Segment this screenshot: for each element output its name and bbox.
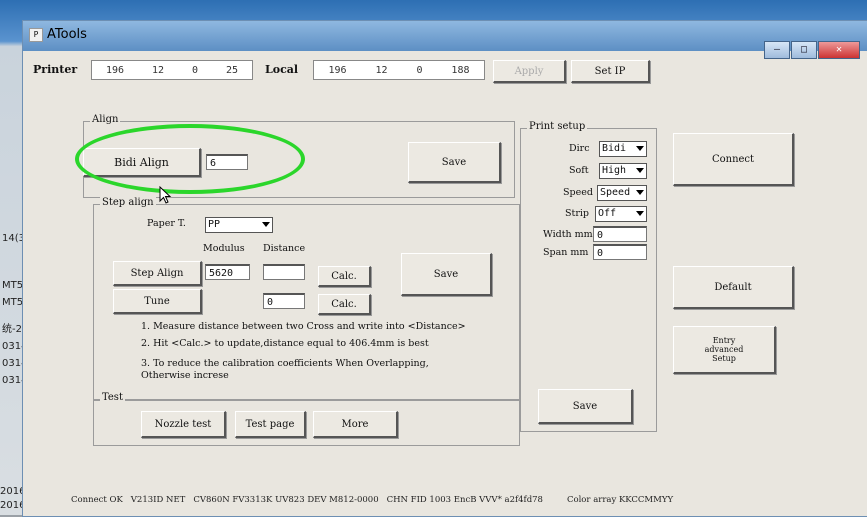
instruction-2: 2. Hit <Calc.> to update,distance equal … <box>141 338 429 349</box>
strip-value: Off <box>598 208 617 219</box>
green-highlight-annotation <box>75 124 305 194</box>
paper-type-select[interactable]: PP <box>205 217 273 233</box>
print-setup-title: Print setup <box>527 121 588 132</box>
distance-input[interactable] <box>263 264 305 280</box>
printer-label: Printer <box>33 63 78 76</box>
span-input[interactable]: 0 <box>593 244 647 260</box>
modulus-input[interactable]: 5620 <box>205 264 250 280</box>
speed-select[interactable]: Speed <box>597 185 647 201</box>
entry-advanced-setup-button[interactable]: Entry advanced Setup <box>673 326 776 374</box>
distance-label: Distance <box>263 243 306 254</box>
local-label: Local <box>265 63 299 76</box>
atools-window: P ATools – □ ✕ Printer 196 12 0 25 Local… <box>22 20 867 517</box>
set-ip-button[interactable]: Set IP <box>571 60 650 83</box>
ip-octet[interactable]: 12 <box>152 65 164 76</box>
connect-button[interactable]: Connect <box>673 133 794 186</box>
chevron-down-icon <box>636 146 644 151</box>
calc-button[interactable]: Calc. <box>318 266 371 287</box>
status-connect: Connect OK <box>71 495 123 505</box>
dirc-select[interactable]: Bidi <box>599 141 647 157</box>
printer-bar: Printer 196 12 0 25 Local 196 12 0 188 A… <box>23 51 867 91</box>
entry-label-line: Setup <box>712 354 736 363</box>
instruction-1: 1. Measure distance between two Cross an… <box>141 321 466 332</box>
soft-value: High <box>602 165 627 176</box>
step-align-title: Step align <box>100 197 156 208</box>
more-button[interactable]: More <box>313 411 398 438</box>
paper-type-label: Paper T. <box>147 218 186 229</box>
chevron-down-icon <box>262 222 270 227</box>
step-align-save-button[interactable]: Save <box>401 253 492 296</box>
paper-type-value: PP <box>208 219 221 230</box>
print-setup-save-button[interactable]: Save <box>538 389 633 424</box>
speed-value: Speed <box>600 187 631 198</box>
window-title: ATools <box>47 27 87 42</box>
instruction-3: 3. To reduce the calibration coefficient… <box>141 358 429 369</box>
default-button[interactable]: Default <box>673 266 794 309</box>
ip-octet[interactable]: 0 <box>192 65 198 76</box>
test-title: Test <box>100 392 125 403</box>
printer-ip-input[interactable]: 196 12 0 25 <box>91 60 253 80</box>
ip-octet[interactable]: 196 <box>328 65 346 76</box>
align-title: Align <box>90 114 121 125</box>
status-firmware: CV860N FV3313K UV823 DEV M812-0000 <box>193 495 379 505</box>
ip-octet[interactable]: 0 <box>416 65 422 76</box>
calc2-button[interactable]: Calc. <box>318 294 371 315</box>
chevron-down-icon <box>636 168 644 173</box>
dirc-value: Bidi <box>602 143 627 154</box>
span-label: Span mm <box>543 247 589 258</box>
apply-button[interactable]: Apply <box>493 60 566 83</box>
title-bar[interactable]: P ATools – □ ✕ <box>23 21 867 59</box>
entry-label-line: advanced <box>704 345 744 354</box>
soft-select[interactable]: High <box>599 163 647 179</box>
tune-button[interactable]: Tune <box>113 289 202 314</box>
ip-octet[interactable]: 196 <box>106 65 124 76</box>
modulus-label: Modulus <box>203 243 245 254</box>
strip-label: Strip <box>565 208 589 219</box>
instruction-3b: Otherwise increse <box>141 370 229 381</box>
chevron-down-icon <box>636 190 644 195</box>
strip-select[interactable]: Off <box>595 206 647 222</box>
status-channel: CHN FID 1003 EncB VVV* a2f4fd78 <box>386 495 543 505</box>
width-label: Width mm <box>543 229 593 240</box>
ip-octet[interactable]: 188 <box>451 65 469 76</box>
test-page-button[interactable]: Test page <box>235 411 306 438</box>
dirc-label: Dirc <box>569 143 590 154</box>
width-input[interactable]: 0 <box>593 226 647 242</box>
align-save-button[interactable]: Save <box>408 142 501 183</box>
entry-label-line: Entry <box>712 336 736 345</box>
local-ip-input[interactable]: 196 12 0 188 <box>313 60 485 80</box>
chevron-down-icon <box>636 211 644 216</box>
status-bar: Connect OK V213ID NET CV860N FV3313K UV8… <box>23 492 867 508</box>
app-icon: P <box>29 28 43 42</box>
status-color: Color array KKCCMMYY <box>566 495 674 505</box>
step-align-button[interactable]: Step Align <box>113 261 202 286</box>
status-version: V213ID NET <box>130 495 186 505</box>
ip-octet[interactable]: 12 <box>375 65 387 76</box>
speed-label: Speed <box>563 187 593 198</box>
ip-octet[interactable]: 25 <box>226 65 238 76</box>
tune-input[interactable]: 0 <box>263 293 305 309</box>
soft-label: Soft <box>569 165 589 176</box>
nozzle-test-button[interactable]: Nozzle test <box>141 411 226 438</box>
